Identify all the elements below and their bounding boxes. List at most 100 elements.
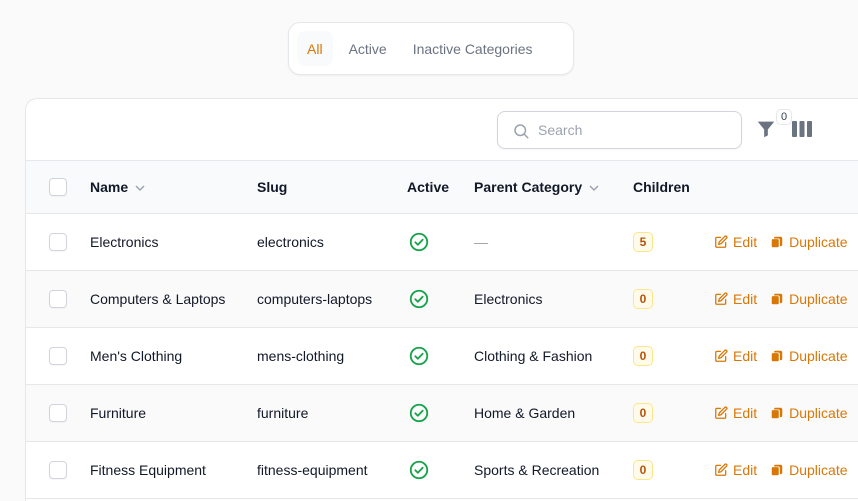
duplicate-icon xyxy=(771,407,783,418)
edit-button[interactable]: Edit xyxy=(714,348,757,364)
row-checkbox[interactable] xyxy=(49,346,67,365)
edit-button[interactable]: Edit xyxy=(714,462,757,478)
cell-children: 0 xyxy=(633,327,714,384)
edit-label: Edit xyxy=(733,347,758,364)
row-checkbox[interactable] xyxy=(49,403,67,422)
check-circle-icon xyxy=(409,289,429,308)
row-checkbox[interactable] xyxy=(49,289,67,308)
cell-slug: mens-clothing xyxy=(257,347,345,364)
tab-all[interactable]: All xyxy=(297,31,333,66)
table-row: Computers & Laptops computers-laptops El… xyxy=(26,270,858,327)
select-all-checkbox[interactable] xyxy=(49,177,67,196)
cell-slug: fitness-equipment xyxy=(257,461,368,478)
column-label: Name xyxy=(90,178,129,195)
edit-button[interactable]: Edit xyxy=(714,291,757,307)
tab-active[interactable]: Active xyxy=(339,31,397,66)
cell-children: 0 xyxy=(633,441,714,498)
edit-icon xyxy=(715,405,728,419)
edit-icon xyxy=(715,291,728,305)
cell-parent: Sports & Recreation xyxy=(474,461,600,478)
search-box[interactable] xyxy=(497,111,742,149)
children-count-badge: 5 xyxy=(633,231,653,252)
filter-tabs: All Active Inactive Categories xyxy=(288,22,574,75)
filter-icon[interactable] xyxy=(755,118,777,140)
table-header-row: Name Slug Active Parent Category Childre… xyxy=(26,161,858,213)
duplicate-button[interactable]: Duplicate xyxy=(770,290,848,307)
edit-label: Edit xyxy=(733,404,758,421)
table-toolbar: 0 xyxy=(26,99,858,161)
cell-actions: Edit Duplicate xyxy=(714,441,858,498)
duplicate-label: Duplicate xyxy=(789,404,848,421)
edit-icon xyxy=(715,462,728,476)
cell-parent: Home & Garden xyxy=(474,404,576,421)
edit-label: Edit xyxy=(733,290,758,307)
edit-button[interactable]: Edit xyxy=(714,405,757,421)
duplicate-label: Duplicate xyxy=(789,461,848,478)
duplicate-label: Duplicate xyxy=(789,233,848,250)
tab-inactive-categories[interactable]: Inactive Categories xyxy=(403,31,543,66)
children-count-badge: 0 xyxy=(633,288,653,309)
edit-label: Edit xyxy=(733,233,758,250)
column-label: Parent Category xyxy=(474,178,583,195)
duplicate-button[interactable]: Duplicate xyxy=(770,404,848,421)
cell-active xyxy=(407,441,474,498)
cell-slug: electronics xyxy=(257,233,324,250)
check-circle-icon xyxy=(409,232,429,251)
chevron-down-icon xyxy=(589,185,599,192)
cell-actions: Edit Duplicate xyxy=(714,213,858,270)
cell-name: Fitness Equipment xyxy=(90,461,206,478)
columns-icon[interactable] xyxy=(792,120,812,138)
cell-children: 0 xyxy=(633,270,714,327)
cell-name: Electronics xyxy=(90,233,159,250)
cell-children: 5 xyxy=(633,213,714,270)
duplicate-icon xyxy=(771,293,783,304)
children-count-badge: 0 xyxy=(633,459,653,480)
cell-slug: furniture xyxy=(257,404,309,421)
check-circle-icon xyxy=(409,346,429,365)
duplicate-icon xyxy=(771,236,783,247)
edit-icon xyxy=(715,234,728,248)
column-header-children: Children xyxy=(633,178,690,195)
cell-actions: Edit Duplicate xyxy=(714,327,858,384)
cell-parent: Clothing & Fashion xyxy=(474,347,593,364)
edit-label: Edit xyxy=(733,461,758,478)
column-header-active: Active xyxy=(407,178,450,195)
children-count-badge: 0 xyxy=(633,402,653,423)
categories-table-card: 0 Name Slug Active Parent Category Child… xyxy=(25,98,858,501)
duplicate-label: Duplicate xyxy=(789,347,848,364)
cell-active xyxy=(407,270,474,327)
column-header-parent[interactable]: Parent Category xyxy=(474,161,633,213)
row-checkbox[interactable] xyxy=(49,232,67,251)
cell-name: Computers & Laptops xyxy=(90,290,226,307)
check-circle-icon xyxy=(409,403,429,422)
check-circle-icon xyxy=(409,460,429,479)
duplicate-button[interactable]: Duplicate xyxy=(770,233,848,250)
cell-slug: computers-laptops xyxy=(257,290,373,307)
duplicate-button[interactable]: Duplicate xyxy=(770,347,848,364)
duplicate-label: Duplicate xyxy=(789,290,848,307)
table-row: Men's Clothing mens-clothing Clothing & … xyxy=(26,327,858,384)
table-row: Fitness Equipment fitness-equipment Spor… xyxy=(26,441,858,498)
edit-button[interactable]: Edit xyxy=(714,234,757,250)
duplicate-icon xyxy=(771,350,783,361)
cell-actions: Edit Duplicate xyxy=(714,270,858,327)
chevron-down-icon xyxy=(135,185,145,192)
search-input[interactable] xyxy=(538,122,741,138)
cell-actions: Edit Duplicate xyxy=(714,384,858,441)
filter-count-badge: 0 xyxy=(776,109,792,125)
cell-parent: Electronics xyxy=(474,290,543,307)
table-row: Electronics electronics — 5 Edit Duplica… xyxy=(26,213,858,270)
cell-name: Men's Clothing xyxy=(90,347,183,364)
table-row: Furniture furniture Home & Garden 0 Edit… xyxy=(26,384,858,441)
column-header-actions xyxy=(714,161,858,213)
cell-name: Furniture xyxy=(90,404,147,421)
cell-parent: — xyxy=(474,233,488,250)
categories-table: Name Slug Active Parent Category Childre… xyxy=(26,161,858,499)
column-header-slug: Slug xyxy=(257,178,288,195)
cell-active xyxy=(407,213,474,270)
duplicate-button[interactable]: Duplicate xyxy=(770,461,848,478)
row-checkbox[interactable] xyxy=(49,460,67,479)
search-icon xyxy=(514,124,529,139)
column-header-name[interactable]: Name xyxy=(90,161,257,213)
table-body: Electronics electronics — 5 Edit Duplica… xyxy=(26,213,858,498)
